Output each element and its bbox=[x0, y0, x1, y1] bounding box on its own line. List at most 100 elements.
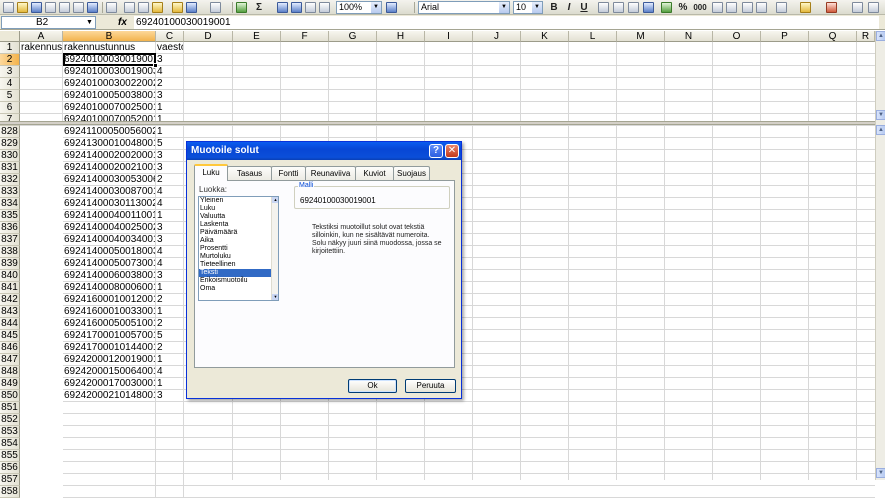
new-document-icon[interactable] bbox=[3, 2, 14, 13]
row-header[interactable]: 842 bbox=[0, 294, 20, 306]
cell-a5[interactable] bbox=[20, 90, 63, 102]
column-header-m[interactable]: M bbox=[617, 31, 665, 42]
print-icon[interactable] bbox=[59, 2, 70, 13]
cell-b844[interactable]: 69241600050051001 bbox=[63, 318, 156, 330]
row-header[interactable]: 2 bbox=[0, 54, 20, 66]
tab-tasaus[interactable]: Tasaus bbox=[227, 166, 272, 180]
fill-handle[interactable] bbox=[153, 63, 158, 68]
row-header[interactable]: 828 bbox=[0, 126, 20, 138]
cell-c3[interactable]: 4 bbox=[156, 66, 184, 78]
chart-wizard-icon[interactable] bbox=[305, 2, 316, 13]
row-header[interactable]: 846 bbox=[0, 342, 20, 354]
tab-reunaviiva[interactable]: Reunaviiva bbox=[305, 166, 356, 180]
close-button[interactable]: ✕ bbox=[445, 144, 459, 158]
cell-c5[interactable]: 3 bbox=[156, 90, 184, 102]
cell-c855[interactable] bbox=[156, 450, 184, 462]
toolbar-overflow-icon[interactable] bbox=[868, 2, 879, 13]
row-header[interactable]: 844 bbox=[0, 318, 20, 330]
column-header-o[interactable]: O bbox=[713, 31, 761, 42]
cell-b843[interactable]: 69241600010033001 bbox=[63, 306, 156, 318]
cell-c836[interactable]: 3 bbox=[156, 222, 184, 234]
column-header-c[interactable]: C bbox=[156, 31, 184, 42]
save-icon[interactable] bbox=[31, 2, 42, 13]
column-header-q[interactable]: Q bbox=[809, 31, 857, 42]
scroll-up-icon[interactable]: ▲ bbox=[876, 125, 885, 135]
cell-c857[interactable] bbox=[156, 474, 184, 486]
row-header[interactable]: 834 bbox=[0, 198, 20, 210]
row-header[interactable]: 841 bbox=[0, 282, 20, 294]
copy-icon[interactable] bbox=[138, 2, 149, 13]
cell-b845[interactable]: 69241700010057001 bbox=[63, 330, 156, 342]
column-header-a[interactable]: A bbox=[20, 31, 63, 42]
cell-c829[interactable]: 5 bbox=[156, 138, 184, 150]
column-header-k[interactable]: K bbox=[521, 31, 569, 42]
cell-c856[interactable] bbox=[156, 462, 184, 474]
row-header[interactable]: 852 bbox=[0, 414, 20, 426]
help-button[interactable]: ? bbox=[429, 144, 443, 158]
row-header[interactable]: 839 bbox=[0, 258, 20, 270]
cell-c4[interactable]: 2 bbox=[156, 78, 184, 90]
row-header[interactable]: 858 bbox=[0, 486, 20, 498]
cell-c852[interactable] bbox=[156, 414, 184, 426]
cell-c858[interactable] bbox=[156, 486, 184, 498]
column-header-n[interactable]: N bbox=[665, 31, 713, 42]
column-header-p[interactable]: P bbox=[761, 31, 809, 42]
permission-icon[interactable] bbox=[45, 2, 56, 13]
redo-icon[interactable] bbox=[210, 2, 221, 13]
sort-descending-icon[interactable] bbox=[291, 2, 302, 13]
cell-b838[interactable]: 69241400050018003 bbox=[63, 246, 156, 258]
category-item[interactable]: Luku bbox=[199, 205, 278, 213]
cell-c838[interactable]: 4 bbox=[156, 246, 184, 258]
tab-suojaus[interactable]: Suojaus bbox=[393, 166, 430, 180]
decrease-indent-icon[interactable] bbox=[742, 2, 753, 13]
row-header[interactable]: 837 bbox=[0, 234, 20, 246]
cell-c831[interactable]: 3 bbox=[156, 162, 184, 174]
toolbar-options-icon[interactable] bbox=[852, 2, 863, 13]
cell-c1[interactable]: vaesto bbox=[156, 42, 184, 54]
category-item[interactable]: Erikoismuotoilu bbox=[199, 277, 278, 285]
cell-b850[interactable]: 69242000210148001 bbox=[63, 390, 156, 402]
row-header[interactable]: 853 bbox=[0, 426, 20, 438]
cell-b835[interactable]: 69241400040011001 bbox=[63, 210, 156, 222]
column-header-h[interactable]: H bbox=[377, 31, 425, 42]
cell-c851[interactable] bbox=[156, 402, 184, 414]
spelling-icon[interactable] bbox=[87, 2, 98, 13]
dialog-title-bar[interactable]: Muotoile solut ? ✕ bbox=[187, 142, 461, 160]
cell-b834[interactable]: 69241400030113002 bbox=[63, 198, 156, 210]
row-header[interactable]: 829 bbox=[0, 138, 20, 150]
category-item[interactable]: Laskenta bbox=[199, 221, 278, 229]
cell-c834[interactable]: 4 bbox=[156, 198, 184, 210]
cell-b854[interactable] bbox=[63, 438, 156, 450]
cell-b857[interactable] bbox=[63, 474, 156, 486]
cell-c6[interactable]: 1 bbox=[156, 102, 184, 114]
cell-b840[interactable]: 69241400060038001 bbox=[63, 270, 156, 282]
format-painter-icon[interactable] bbox=[172, 2, 183, 13]
cell-c841[interactable]: 1 bbox=[156, 282, 184, 294]
cell-b849[interactable]: 69242000170030001 bbox=[63, 378, 156, 390]
row-header[interactable]: 833 bbox=[0, 186, 20, 198]
row-header[interactable]: 850 bbox=[0, 390, 20, 402]
row-header[interactable]: 4 bbox=[0, 78, 20, 90]
row-header[interactable]: 843 bbox=[0, 306, 20, 318]
category-list[interactable]: Yleinen Luku Valuutta Laskenta Päivämäärä Aik… bbox=[198, 196, 279, 301]
font-size-combo[interactable]: 10 ▼ bbox=[513, 1, 543, 14]
cell-a1[interactable]: rakennus_ bbox=[20, 42, 63, 54]
cell-b837[interactable]: 69241400040034001 bbox=[63, 234, 156, 246]
cell-b852[interactable] bbox=[63, 414, 156, 426]
row-header[interactable]: 838 bbox=[0, 246, 20, 258]
column-header-g[interactable]: G bbox=[329, 31, 377, 42]
cell-c842[interactable]: 2 bbox=[156, 294, 184, 306]
cell-a2[interactable] bbox=[20, 54, 63, 66]
chevron-down-icon[interactable]: ▼ bbox=[532, 2, 542, 13]
category-item[interactable]: Yleinen bbox=[199, 197, 278, 205]
cell-b5[interactable]: 69240100050038001 bbox=[63, 90, 156, 102]
cut-icon[interactable] bbox=[124, 2, 135, 13]
row-header[interactable]: 854 bbox=[0, 438, 20, 450]
select-all-corner[interactable] bbox=[0, 31, 20, 42]
currency-icon[interactable] bbox=[661, 2, 672, 13]
category-item[interactable]: Tieteellinen bbox=[199, 261, 278, 269]
row-header[interactable]: 830 bbox=[0, 150, 20, 162]
sort-ascending-icon[interactable] bbox=[277, 2, 288, 13]
scroll-up-icon[interactable]: ▲ bbox=[272, 197, 278, 203]
cell-c828[interactable]: 1 bbox=[156, 126, 184, 138]
